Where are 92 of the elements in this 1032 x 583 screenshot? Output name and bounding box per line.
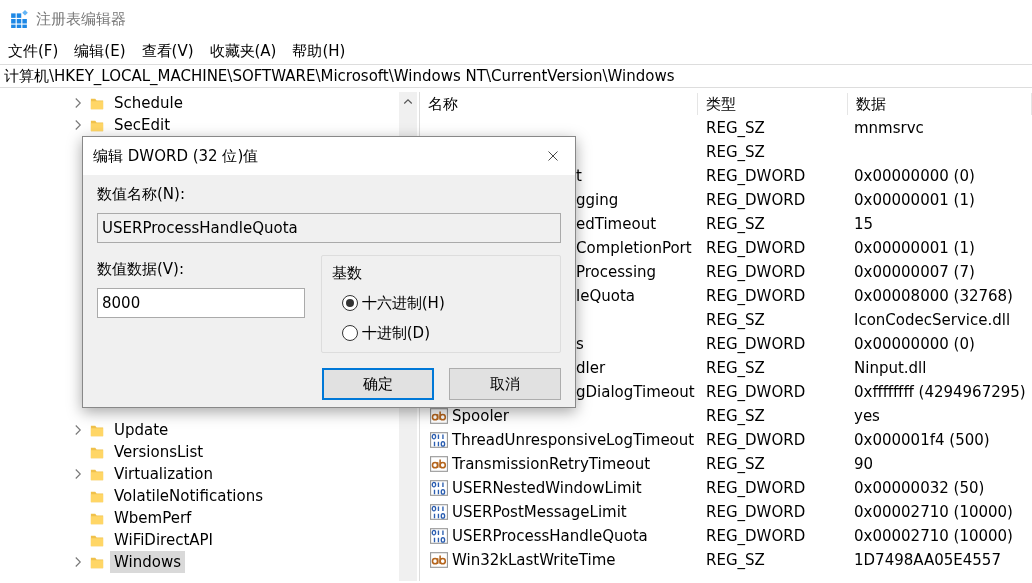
value-type: REG_DWORD [705, 165, 807, 187]
binary-value-icon [430, 479, 448, 497]
value-data: mnmsrvc [853, 117, 925, 139]
binary-value-icon [430, 431, 448, 449]
value-name[interactable]: ThreadUnresponsiveLogTimeout [452, 428, 695, 452]
value-type: REG_DWORD [705, 381, 807, 403]
value-name[interactable]: edTimeout [576, 212, 657, 236]
value-name[interactable]: leQuota [576, 284, 635, 308]
tree-item[interactable]: WiFiDirectAPI [110, 528, 218, 552]
value-name[interactable]: gging [576, 188, 619, 212]
value-name[interactable]: s [576, 332, 584, 356]
value-data: 0x00000001 (1) [853, 189, 976, 211]
tree-item[interactable]: WbemPerf [110, 506, 196, 530]
value-type: REG_DWORD [705, 525, 807, 547]
value-name[interactable]: t [576, 164, 582, 188]
value-name[interactable]: TransmissionRetryTimeout [452, 452, 651, 476]
tree-item[interactable]: VolatileNotifications [110, 484, 267, 508]
tree-item[interactable]: Update [110, 418, 173, 442]
value-data: 1D7498AA05E4557 [853, 549, 1002, 571]
radio-label[interactable]: 十六进制(H) [361, 291, 445, 314]
dialog-button[interactable]: 取消 [449, 368, 561, 400]
string-value-icon [430, 407, 448, 425]
data-field[interactable]: 8000 [97, 288, 305, 318]
dialog-title: 编辑 DWORD (32 位)值 [93, 145, 259, 167]
value-name[interactable]: USERNestedWindowLimit [452, 476, 642, 500]
address-bar[interactable]: 计算机\HKEY_LOCAL_MACHINE\SOFTWARE\Microsoft\Windows NT\CurrentVersion\Windows [0, 64, 1032, 88]
value-type: REG_SZ [705, 549, 766, 571]
value-data: 0x00002710 (10000) [853, 501, 1014, 523]
tree-item[interactable]: Schedule [110, 91, 187, 115]
value-name[interactable]: Processing [576, 260, 657, 284]
value-type: REG_SZ [705, 117, 766, 139]
string-value-icon [430, 455, 448, 473]
value-data: 0xffffffff (4294967295) [853, 381, 1027, 403]
menu-item[interactable]: 查看(V) [135, 39, 200, 63]
value-data: 15 [853, 213, 875, 235]
column-header[interactable]: 名称 [420, 92, 698, 116]
value-name[interactable]: gDialogTimeout [576, 380, 695, 404]
value-name[interactable]: USERPostMessageLimit [452, 500, 627, 524]
field-label: 数值名称(N): [97, 184, 186, 205]
value-type: REG_DWORD [705, 477, 807, 499]
value-type: REG_DWORD [705, 237, 807, 259]
column-header[interactable]: 类型 [698, 92, 848, 116]
binary-value-icon [430, 527, 448, 545]
value-name[interactable]: USERProcessHandleQuota [452, 524, 648, 548]
close-icon [547, 150, 559, 163]
value-type: REG_SZ [705, 405, 766, 427]
value-data: 0x000001f4 (500) [853, 429, 991, 451]
tree-item[interactable]: Virtualization [110, 462, 217, 486]
value-type: REG_DWORD [705, 189, 807, 211]
value-data: 0x00000001 (1) [853, 237, 976, 259]
value-data: yes [853, 405, 881, 427]
value-name[interactable]: CompletionPort [576, 236, 692, 260]
value-type: REG_DWORD [705, 285, 807, 307]
value-data: 0x00000000 (0) [853, 333, 976, 355]
binary-value-icon [430, 503, 448, 521]
menu-item[interactable]: 帮助(H) [286, 39, 352, 63]
menu-item[interactable]: 收藏夹(A) [203, 39, 283, 63]
value-data: 0x00008000 (32768) [853, 285, 1014, 307]
value-type: REG_DWORD [705, 501, 807, 523]
value-type: REG_DWORD [705, 261, 807, 283]
radio-button[interactable] [342, 324, 358, 341]
value-data: IconCodecService.dll [853, 309, 1012, 331]
value-type: REG_DWORD [705, 429, 807, 451]
value-type: REG_SZ [705, 141, 766, 163]
value-name[interactable]: Spooler [452, 404, 509, 428]
name-field[interactable]: USERProcessHandleQuota [97, 213, 561, 243]
value-type: REG_SZ [705, 213, 766, 235]
value-data: 0x00000000 (0) [853, 165, 976, 187]
radio-label[interactable]: 十进制(D) [361, 321, 430, 344]
value-name[interactable]: dler [576, 356, 606, 380]
value-type: REG_SZ [705, 453, 766, 475]
tree-item[interactable]: SecEdit [110, 113, 175, 137]
value-data: Ninput.dll [853, 357, 928, 379]
value-type: REG_SZ [705, 357, 766, 379]
radio-button[interactable] [342, 294, 358, 311]
dialog-button[interactable]: 确定 [322, 368, 434, 400]
window-title: 注册表编辑器 [36, 8, 126, 30]
value-data: 0x00002710 (10000) [853, 525, 1014, 547]
value-data: 0x00000007 (7) [853, 261, 976, 283]
value-name[interactable]: Win32kLastWriteTime [452, 548, 616, 572]
column-header[interactable]: 数据 [848, 92, 1032, 116]
tree-item[interactable]: Windows [110, 550, 185, 574]
menu-item[interactable]: 文件(F) [2, 39, 65, 63]
registry-app-icon [10, 10, 28, 28]
value-type: REG_DWORD [705, 333, 807, 355]
value-data: 0x00000032 (50) [853, 477, 986, 499]
string-value-icon [430, 551, 448, 569]
value-type: REG_SZ [705, 309, 766, 331]
value-data: 90 [853, 453, 875, 475]
tree-item[interactable]: VersionsList [110, 440, 208, 464]
menu-item[interactable]: 编辑(E) [68, 39, 132, 63]
field-label: 数值数据(V): [97, 259, 186, 280]
